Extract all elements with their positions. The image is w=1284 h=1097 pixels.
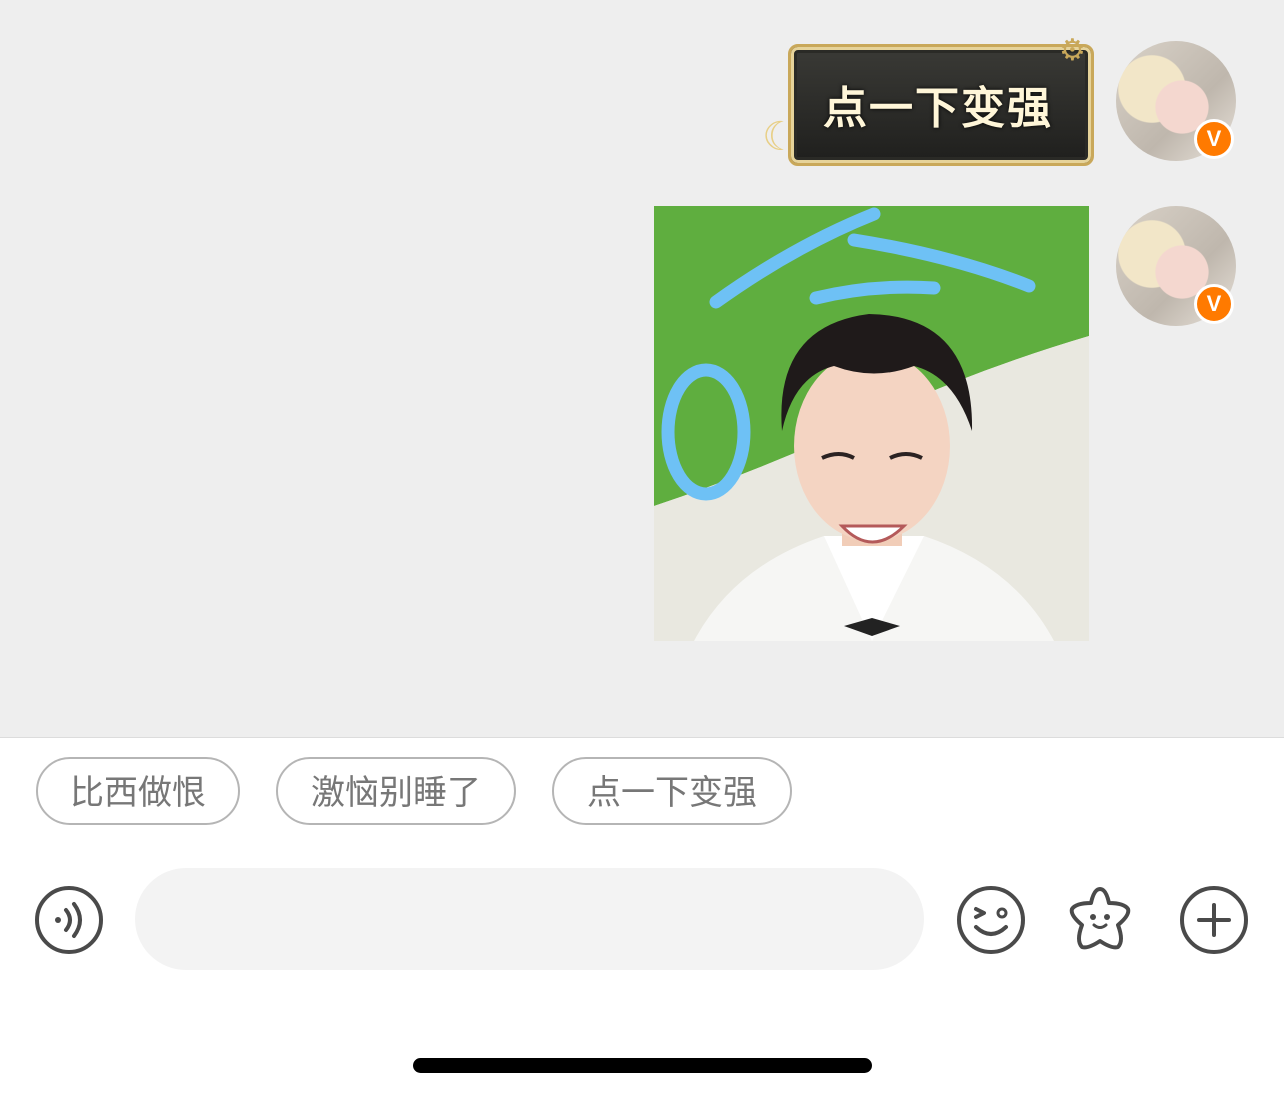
sticker-message[interactable]: ⚙ ☾ 点一下变强 (762, 34, 1097, 170)
star-sticker-icon[interactable] (1064, 883, 1136, 955)
image-message[interactable] (654, 206, 1089, 641)
gear-ornament-icon: ⚙ (1059, 33, 1086, 68)
voice-icon[interactable] (34, 885, 104, 955)
quick-reply-chip[interactable]: 激恼别睡了 (276, 757, 516, 825)
avatar[interactable]: V (1116, 206, 1236, 326)
emoji-icon[interactable] (956, 885, 1026, 955)
sticker-text: 点一下变强 (823, 83, 1053, 134)
quick-replies: 比西做恨 激恼别睡了 点一下变强 (0, 757, 1284, 829)
home-indicator (413, 1058, 872, 1073)
input-bar (0, 868, 1284, 972)
divider (0, 737, 1284, 738)
quick-reply-chip[interactable]: 点一下变强 (552, 757, 792, 825)
chat-area: ⚙ ☾ 点一下变强 V V (0, 0, 1284, 737)
verified-badge-icon: V (1194, 284, 1234, 324)
verified-badge-icon: V (1194, 119, 1234, 159)
quick-reply-chip[interactable]: 比西做恨 (36, 757, 240, 825)
plus-icon[interactable] (1179, 885, 1249, 955)
avatar[interactable]: V (1116, 41, 1236, 161)
message-input[interactable] (135, 868, 924, 970)
photo-content (654, 206, 1089, 641)
